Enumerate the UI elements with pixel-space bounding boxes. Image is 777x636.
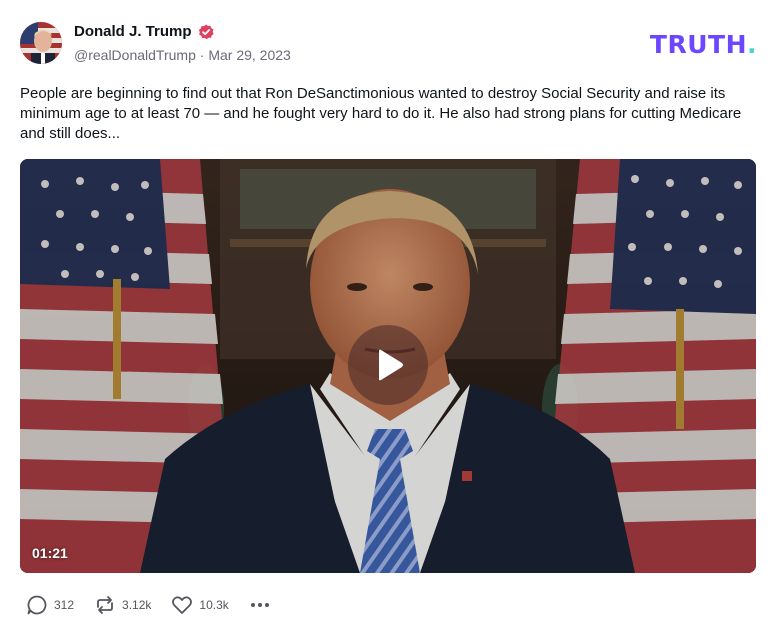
heart-icon: [172, 596, 193, 614]
post-actions: 312 3.12k 10.3k: [26, 594, 271, 616]
author-meta: @realDonaldTrump · Mar 29, 2023: [74, 47, 291, 63]
like-button[interactable]: 10.3k: [171, 594, 229, 616]
brand-dot: .: [747, 30, 757, 59]
retruth-button[interactable]: 3.12k: [94, 594, 151, 616]
video-player[interactable]: 01:21: [20, 159, 756, 573]
video-duration: 01:21: [32, 545, 68, 561]
more-dots-icon: [250, 603, 255, 607]
truth-post: Donald J. Trump @realDonaldTrump · Mar 2…: [0, 0, 777, 636]
retruth-arrows-icon: [97, 596, 113, 614]
truth-social-logo[interactable]: TRUTH.: [650, 30, 757, 59]
meta-separator: ·: [199, 47, 205, 63]
post-text: People are beginning to find out that Ro…: [20, 85, 742, 142]
retruth-count: 3.12k: [122, 598, 152, 612]
reply-bubble-icon: [27, 595, 47, 615]
verified-badge-icon: [198, 24, 214, 40]
play-button[interactable]: [348, 325, 428, 405]
author-handle[interactable]: @realDonaldTrump: [74, 47, 196, 63]
play-icon: [379, 349, 403, 381]
brand-wordmark: TRUTH: [649, 30, 747, 59]
author-name[interactable]: Donald J. Trump: [74, 23, 192, 40]
author-name-row: Donald J. Trump: [74, 23, 214, 40]
post-date[interactable]: Mar 29, 2023: [208, 47, 291, 63]
reply-count: 312: [54, 598, 75, 612]
like-count: 10.3k: [199, 598, 229, 612]
author-avatar[interactable]: [20, 22, 62, 64]
reply-button[interactable]: 312: [26, 594, 74, 616]
more-options-button[interactable]: [249, 599, 271, 611]
